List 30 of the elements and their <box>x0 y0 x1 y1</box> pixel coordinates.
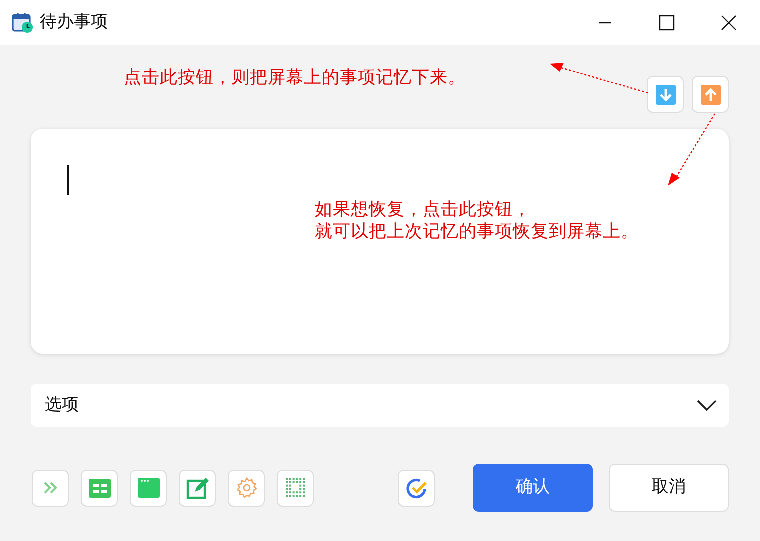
double-chevron-icon <box>44 482 58 494</box>
options-dropdown[interactable]: 选项 <box>31 384 729 427</box>
annotation-text: 如果想恢复，点击此按钮， 就可以把上次记忆的事项恢复到屏幕上。 <box>315 199 639 243</box>
text-cursor <box>67 165 68 195</box>
dot-grid-icon <box>286 478 306 498</box>
window-title: 待办事项 <box>40 10 108 34</box>
window-button[interactable] <box>130 470 167 506</box>
settings-icon <box>236 477 258 499</box>
close-icon <box>721 14 737 30</box>
text-editor[interactable] <box>31 129 729 354</box>
settings-button[interactable] <box>228 470 265 506</box>
restore-button[interactable] <box>692 76 729 113</box>
task-check-button[interactable] <box>398 470 435 506</box>
maximize-icon <box>659 14 675 30</box>
check-circle-icon <box>404 476 428 500</box>
calendar-clock-icon <box>12 12 34 34</box>
double-chevron-button[interactable] <box>32 470 69 506</box>
cancel-button[interactable]: 取消 <box>609 464 729 512</box>
edit-icon <box>186 476 210 500</box>
annotation-text: 点击此按钮，则把屏幕上的事项记忆下来。 <box>124 67 466 89</box>
grid-button[interactable] <box>277 470 314 506</box>
chevron-down-icon <box>697 400 717 412</box>
options-value: 选项 <box>45 394 79 417</box>
table-icon <box>88 478 110 498</box>
confirm-button[interactable]: 确认 <box>473 464 593 512</box>
save-button[interactable] <box>647 76 684 113</box>
minimize-icon <box>598 22 612 24</box>
edit-button[interactable] <box>179 470 216 506</box>
window-icon <box>138 478 160 498</box>
table-button[interactable] <box>81 470 118 506</box>
